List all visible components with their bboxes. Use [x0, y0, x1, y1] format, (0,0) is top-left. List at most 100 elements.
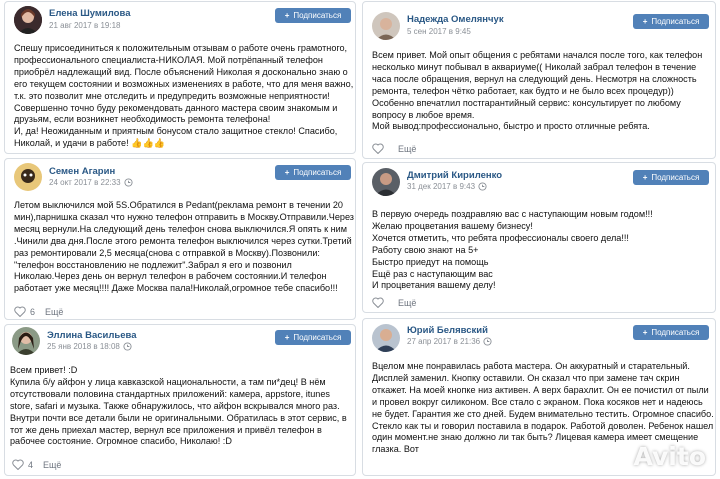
text-line: Всем привет! :D [10, 365, 78, 375]
avatar-photo [14, 6, 42, 34]
text-line: раз ремонтировали 2,5 месяца(снова с отп… [14, 247, 320, 258]
text-line: откажет. На моей кнопке низ активен. А в… [372, 384, 709, 395]
review-card: Эллина Васильева 25 янв 2018 в 18:08 + По… [4, 324, 356, 476]
avatar[interactable] [372, 12, 400, 40]
text-line: рабочее состояние. Огромное спасибо, Ник… [10, 436, 232, 447]
subscribe-button[interactable]: + Подписаться [275, 8, 351, 23]
avatar[interactable] [14, 163, 42, 191]
avatar-photo [372, 324, 400, 352]
review-card: Надежда Омелянчук 5 сен 2017 в 9:45 + Под… [362, 1, 716, 159]
heart-icon[interactable] [372, 297, 384, 308]
text-line: т.к. это позволит мне отследить и предуп… [14, 90, 330, 101]
subscribe-button[interactable]: + Подписаться [275, 165, 351, 180]
text-line: Мой вывод:профессионально, быстро и прос… [372, 121, 650, 132]
text-line: Работу свою знают на 5+ [372, 244, 479, 255]
subscribe-label: Подписаться [651, 328, 700, 337]
text-line: Внутри почти все детали были не оригинал… [10, 412, 347, 423]
text-line: профессионального специалиста-НИКОЛАЯ. М… [14, 54, 323, 65]
heart-icon[interactable] [12, 459, 24, 470]
heart-icon[interactable] [372, 143, 384, 154]
text-line: несколько минут побывал в аквариуме(( Ни… [372, 61, 697, 72]
text-line: Купила б/у айфон у лица кавказской нацио… [10, 376, 326, 387]
text-line: И, да! Неожиданным и приятным бонусом ст… [14, 126, 338, 137]
text-line: Летом выключился мой 5S.Обратился в Peda… [14, 200, 343, 210]
post-footer: Ещё [372, 143, 416, 154]
heart-icon[interactable] [14, 306, 26, 317]
text-line: не будет. Гарантия же сто дней. Будем вн… [372, 408, 714, 419]
text-line: ремонта, телефон чётко работает, как буд… [372, 85, 674, 96]
subscribe-label: Подписаться [651, 17, 700, 26]
post-date-text: 25 янв 2018 в 18:08 [47, 342, 120, 351]
text-line: Быстро приедут на помощь [372, 256, 489, 267]
review-card: Семен Агарин 24 окт 2017 в 22:33 + Подпис… [4, 158, 356, 320]
text-line: месяц вернули.На следующий день телефон … [14, 223, 347, 234]
post-date: 24 окт 2017 в 22:33 [49, 178, 133, 187]
review-text: Спешу присоединиться к положительным отз… [14, 43, 353, 150]
text-line: и провел вокруг силиконом. Все стало с э… [372, 396, 703, 407]
clock-icon [483, 337, 492, 346]
subscribe-label: Подписаться [651, 173, 700, 182]
avatar-photo [12, 327, 40, 355]
text-line: отсутствовали половина стандартных прило… [10, 388, 330, 399]
text-line: Совершенно точно буду рекомендовать данн… [14, 102, 338, 113]
clock-icon [123, 342, 132, 351]
plus-icon: + [284, 11, 290, 20]
post-date: 5 сен 2017 в 9:45 [407, 27, 471, 36]
more-link[interactable]: Ещё [398, 298, 416, 308]
avatar-photo [14, 163, 42, 191]
more-link[interactable]: Ещё [43, 460, 61, 470]
review-card: Дмитрий Кириленко 31 дек 2017 в 9:43 + По… [362, 162, 716, 313]
post-date-text: 31 дек 2017 в 9:43 [407, 182, 476, 191]
subscribe-button[interactable]: + Подписаться [633, 170, 709, 185]
post-footer: 4 Ещё [12, 459, 61, 470]
text-line: часа после обращения, вернул на следующи… [372, 73, 697, 84]
author-name[interactable]: Семен Агарин [49, 166, 115, 177]
text-line: Желаю процветания вашему бизнесу! [372, 220, 533, 231]
text-line: Вцелом мне понравилась работа мастера. О… [372, 361, 690, 371]
avatar[interactable] [14, 6, 42, 34]
review-text: Летом выключился мой 5S.Обратился в Peda… [14, 200, 354, 295]
subscribe-button[interactable]: + Подписаться [633, 325, 709, 340]
post-date: 27 апр 2017 в 21:36 [407, 337, 492, 346]
text-line: друзьям, если возникнет необходимость ре… [14, 114, 271, 125]
text-line: "телефон восстановлению не подлежит".Заб… [14, 259, 292, 270]
text-line: приобрёл надлежащий вид. После объяснени… [14, 66, 348, 77]
text-line: Хочется отметить, что ребята профессиона… [372, 232, 629, 243]
post-footer: Ещё [372, 297, 416, 308]
author-name[interactable]: Надежда Омелянчук [407, 14, 504, 25]
text-line: Николай, и удачи в работе! 👍👍👍 [14, 138, 166, 149]
plus-icon: + [284, 333, 290, 342]
plus-icon: + [284, 168, 290, 177]
avatar[interactable] [12, 327, 40, 355]
review-text: Всем привет! :D Купила б/у айфон у лица … [10, 365, 347, 448]
more-link[interactable]: Ещё [398, 144, 416, 154]
post-date: 21 авг 2017 в 19:18 [49, 21, 121, 30]
avatar[interactable] [372, 168, 400, 196]
author-name[interactable]: Эллина Васильева [47, 330, 137, 341]
subscribe-button[interactable]: + Подписаться [275, 330, 351, 345]
avito-watermark: Avito [633, 442, 706, 471]
text-line: его текущем состоянии и возможных измене… [14, 78, 354, 89]
text-line: мин),парнишка сказал что нужно телефон о… [14, 211, 354, 222]
text-line: Стекло как ты и говорил поставила в пода… [372, 420, 714, 431]
text-line: store, safari и музыка. Также обнаружило… [10, 400, 340, 411]
author-name[interactable]: Елена Шумилова [49, 8, 130, 19]
post-date: 31 дек 2017 в 9:43 [407, 182, 487, 191]
author-name[interactable]: Дмитрий Кириленко [407, 170, 502, 181]
like-count: 4 [28, 459, 34, 470]
like-count: 6 [30, 306, 36, 317]
text-line: .Чинили два дня.После этого ремонта теле… [14, 235, 352, 246]
post-date: 25 янв 2018 в 18:08 [47, 342, 132, 351]
text-line: Николаю.Через день он вернул телефон в р… [14, 271, 327, 282]
more-link[interactable]: Ещё [45, 307, 63, 317]
post-footer: 6 Ещё [14, 306, 63, 317]
avatar[interactable] [372, 324, 400, 352]
avatar-photo [372, 168, 400, 196]
subscribe-button[interactable]: + Подписаться [633, 14, 709, 29]
review-text: В первую очередь поздравляю вас с наступ… [372, 209, 653, 292]
author-name[interactable]: Юрий Белявский [407, 325, 488, 336]
text-line: Ещё раз с наступающим вас [372, 268, 493, 279]
plus-icon: + [642, 173, 648, 182]
clock-icon [478, 182, 487, 191]
subscribe-label: Подписаться [293, 11, 342, 20]
